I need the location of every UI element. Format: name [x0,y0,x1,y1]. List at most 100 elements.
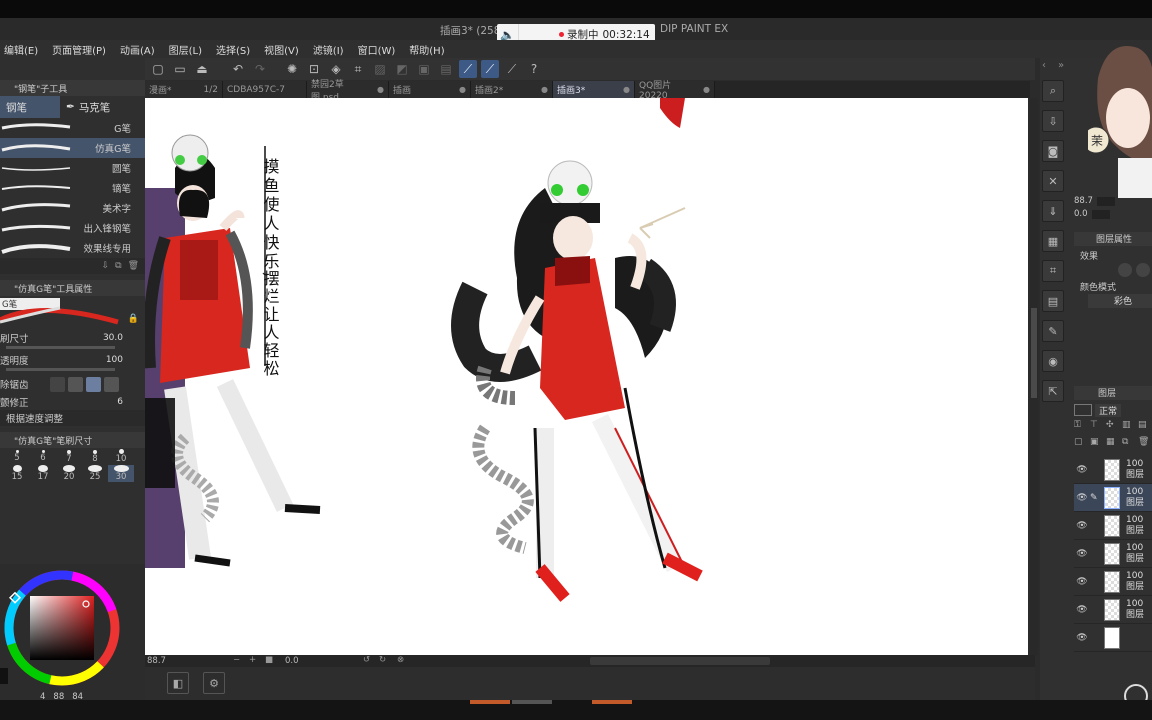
help-icon[interactable]: ? [525,60,543,78]
clip-icon[interactable]: ⊤ [1090,420,1104,435]
main-color-swatch[interactable] [0,668,8,684]
snap-special-ruler-icon[interactable]: ⟋ [481,60,499,78]
auto-action-icon[interactable]: ◉ [1042,350,1064,372]
canvas-vertical-scrollbar[interactable] [1030,98,1038,655]
tab-close-icon[interactable]: ● [623,85,630,94]
close-panel-icon[interactable]: ✕ [1042,170,1064,192]
open-folder-icon[interactable]: ▭ [171,60,189,78]
size-6[interactable]: 6 [30,448,56,465]
collapse-left-icon[interactable]: ‹ [1042,60,1046,71]
tab-manga[interactable]: 漫画* 1/2 [145,81,223,98]
tab-jinyuan[interactable]: 禁园2草图.psd● [307,80,389,103]
snap-grid-icon[interactable]: ⟋ [503,60,521,78]
size-17[interactable]: 17 [30,465,56,482]
nav-zoom[interactable]: 88.7 [1074,196,1093,206]
size-25[interactable]: 25 [82,465,108,482]
layer-row[interactable]: 👁 100 图层 [1074,568,1152,596]
invert-selection-icon[interactable]: ▣ [415,60,433,78]
brush-calligraphy[interactable]: 美术字 [0,198,145,218]
layer-row[interactable]: 👁 100 图层 [1074,456,1152,484]
size-8[interactable]: 8 [82,448,108,465]
tab-cdba[interactable]: CDBA957C-7 [223,81,307,98]
size-7[interactable]: 7 [56,448,82,465]
rotate-right-icon[interactable]: ↻ [379,655,386,665]
tab-illust3[interactable]: 插画3* ● [553,81,635,98]
drawing-canvas[interactable]: 摸鱼使人快乐, 摆烂让人轻松 [145,98,1028,655]
prop-stabilization[interactable]: 颤修正 6 [0,394,145,410]
tab-close-icon[interactable]: ● [541,85,548,94]
deselect-icon[interactable]: ▨ [371,60,389,78]
expand-icon[interactable]: » [1058,60,1064,71]
rotation-value[interactable]: 0.0 [285,656,299,666]
settings-icon[interactable]: ⚙ [203,672,225,694]
scroll-thumb[interactable] [1031,308,1037,398]
menu-help[interactable]: 帮助(H) [409,42,444,57]
horizontal-scroll-thumb[interactable] [590,657,770,665]
new-file-icon[interactable]: ▢ [149,60,167,78]
prop-value[interactable]: 6 [117,397,123,407]
tab-close-icon[interactable]: ● [459,85,466,94]
opacity-slider[interactable] [6,368,115,371]
navigator-icon[interactable]: ⌕ [1042,80,1064,102]
menu-window[interactable]: 窗口(W) [358,42,396,57]
tab-close-icon[interactable]: ● [377,85,384,94]
transform-icon[interactable]: ⌗ [349,60,367,78]
brush-round-pen[interactable]: 圆笔 [0,158,145,178]
clear-outside-icon[interactable]: ⊡ [305,60,323,78]
brush-effect-line[interactable]: 效果线专用 [0,238,145,258]
brush-g-pen[interactable]: G笔 [0,118,145,138]
menu-animation[interactable]: 动画(A) [120,42,155,57]
zoom-in-icon[interactable]: + [249,655,256,665]
prop-speed-adjust[interactable]: 根据速度调整 [0,410,145,426]
new-folder-icon[interactable]: ▦ [1106,437,1120,452]
effect-border-icon[interactable] [1118,263,1132,277]
antialias-medium-icon[interactable] [86,376,101,392]
prop-value[interactable]: 30.0 [103,333,123,343]
edit-icon[interactable]: ✎ [1042,320,1064,342]
size-20[interactable]: 20 [56,465,82,482]
material-icon[interactable]: ▦ [1042,230,1064,252]
clear-icon[interactable]: ✺ [283,60,301,78]
mask-icon[interactable]: ▤ [1138,420,1152,435]
redo-icon[interactable]: ↷ [251,60,269,78]
color-wheel[interactable] [2,566,132,686]
visibility-eye-icon[interactable]: 👁 [1074,605,1090,615]
visibility-eye-icon[interactable]: 👁 [1074,521,1090,531]
fill-icon[interactable]: ◈ [327,60,345,78]
prop-brush-size[interactable]: 刷尺寸 30.0 [0,330,145,346]
color-mode-select[interactable]: 彩色 [1088,294,1152,308]
layer-color-icon[interactable] [1074,404,1092,416]
menu-filter[interactable]: 滤镜(I) [313,42,344,57]
reference-icon[interactable]: ✣ [1106,420,1120,435]
menu-page[interactable]: 页面管理(P) [52,42,106,57]
nav-rotation-slider[interactable] [1091,209,1110,219]
tab-illust[interactable]: 插画 ● [389,81,471,98]
new-vector-icon[interactable]: ▣ [1090,437,1104,452]
nav-zoom-slider[interactable] [1096,196,1115,206]
menu-layer[interactable]: 图层(L) [169,42,202,57]
history-icon[interactable]: ▤ [1042,290,1064,312]
delete-layer-icon[interactable]: 🗑 [1138,437,1152,452]
menu-edit[interactable]: 编辑(E) [4,42,38,57]
size-10[interactable]: 10 [108,448,134,465]
blend-mode-select[interactable]: 正常 [1095,403,1122,417]
layer-row[interactable]: 👁 100 图层 [1074,596,1152,624]
visibility-eye-icon[interactable]: 👁 [1074,493,1090,503]
zoom-value[interactable]: 88.7 [147,656,166,666]
download-subtool-icon[interactable]: ⇩ [102,261,110,271]
download-icon[interactable]: ⇓ [1042,200,1064,222]
save-icon[interactable]: ⏏ [193,60,211,78]
search-layer-icon[interactable]: ⌗ [1042,260,1064,282]
tab-marker[interactable]: ✒ 马克笔 [60,96,116,118]
visibility-eye-icon[interactable]: 👁 [1074,577,1090,587]
prop-opacity[interactable]: 透明度 100 [0,352,145,368]
prop-antialiasing[interactable]: 除锯齿 [0,374,145,394]
undo-icon[interactable]: ↶ [229,60,247,78]
tab-pen[interactable]: 钢笔 [0,96,60,118]
snap-ruler-icon[interactable]: ⟋ [459,60,477,78]
prop-value[interactable]: 100 [106,355,123,365]
antialias-strong-icon[interactable] [104,376,119,392]
layer-row[interactable]: 👁 100 图层 [1074,540,1152,568]
camera-icon[interactable]: ◙ [1042,140,1064,162]
effect-tone-icon[interactable] [1136,263,1150,277]
